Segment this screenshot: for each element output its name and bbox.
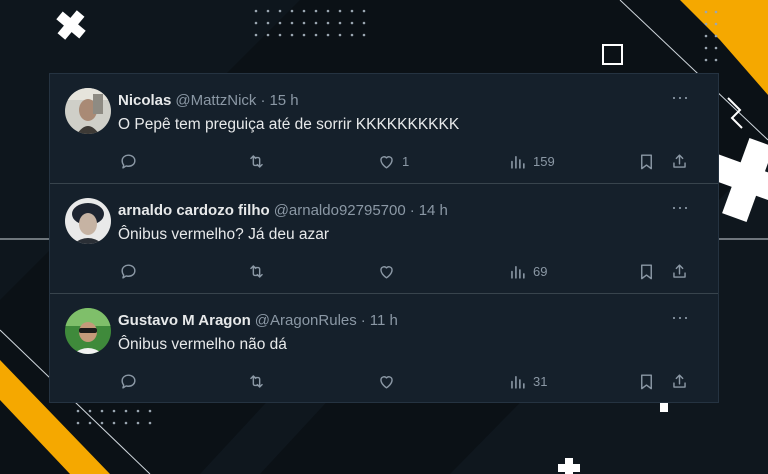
share-button[interactable] — [670, 370, 689, 392]
reply-button[interactable] — [119, 370, 138, 392]
tweet-header: Gustavo M Aragon @AragonRules · 11 h — [118, 311, 398, 331]
views-button[interactable]: 159 — [508, 150, 555, 172]
bookmark-button[interactable] — [637, 370, 656, 392]
replies-card: Nicolas @MattzNick · 15 h ··· O Pepê tem pr… — [49, 73, 719, 403]
view-count: 69 — [533, 263, 548, 279]
timestamp[interactable]: 14 h — [419, 202, 448, 219]
reply-button[interactable] — [119, 260, 138, 282]
view-count: 31 — [533, 373, 548, 389]
reply-button[interactable] — [119, 150, 138, 172]
bookmark-button[interactable] — [637, 150, 656, 172]
timestamp[interactable]: 15 h — [269, 92, 298, 109]
views-button[interactable]: 69 — [508, 260, 547, 282]
bookmark-icon — [641, 373, 652, 389]
tweet-actions: 1 159 — [50, 150, 718, 172]
author-handle[interactable]: @AragonRules — [255, 312, 357, 329]
share-button[interactable] — [670, 150, 689, 172]
more-options-icon[interactable]: ··· — [670, 308, 690, 330]
retweet-button[interactable] — [247, 150, 266, 172]
timestamp[interactable]: 11 h — [370, 312, 398, 329]
views-icon — [511, 265, 525, 279]
share-icon — [673, 263, 686, 278]
separator: · — [360, 312, 366, 329]
reply-icon — [121, 373, 136, 389]
avatar[interactable] — [65, 88, 111, 134]
like-button[interactable] — [377, 260, 402, 282]
tweet-item[interactable]: Nicolas @MattzNick · 15 h ··· O Pepê tem pr… — [50, 74, 718, 184]
share-button[interactable] — [670, 260, 689, 282]
like-button[interactable]: 1 — [377, 150, 409, 172]
view-count: 159 — [533, 153, 555, 169]
avatar[interactable] — [65, 198, 111, 244]
bookmark-icon — [641, 263, 652, 279]
views-icon — [511, 155, 525, 169]
more-options-icon[interactable]: ··· — [670, 88, 690, 110]
reply-icon — [121, 153, 136, 169]
separator: · — [260, 92, 266, 109]
separator: · — [409, 202, 415, 219]
like-count: 1 — [402, 153, 410, 169]
tweet-text: O Pepê tem preguiça até de sorrir KKKKKK… — [118, 116, 460, 133]
views-button[interactable]: 31 — [508, 370, 547, 392]
views-icon — [511, 375, 525, 389]
author-handle[interactable]: @arnaldo92795700 — [274, 202, 406, 219]
retweet-icon — [250, 154, 263, 168]
retweet-icon — [250, 264, 263, 278]
heart-icon — [380, 265, 393, 279]
like-button[interactable] — [377, 370, 402, 392]
share-icon — [673, 373, 686, 388]
retweet-icon — [250, 374, 263, 388]
bookmark-button[interactable] — [637, 260, 656, 282]
tweet-item[interactable]: arnaldo cardozo filho @arnaldo92795700 · 14… — [50, 184, 718, 294]
tweet-actions: 69 — [50, 260, 718, 282]
author-name[interactable]: Nicolas — [118, 92, 171, 109]
reply-icon — [121, 263, 136, 279]
heart-icon — [380, 155, 393, 169]
author-handle[interactable]: @MattzNick — [175, 92, 256, 109]
tweet-text: Ônibus vermelho? Já deu azar — [118, 226, 330, 243]
author-name[interactable]: Gustavo M Aragon — [118, 312, 251, 329]
bookmark-icon — [641, 153, 652, 169]
avatar[interactable] — [65, 308, 111, 354]
share-icon — [673, 153, 686, 168]
retweet-button[interactable] — [247, 370, 266, 392]
tweet-header: Nicolas @MattzNick · 15 h — [118, 91, 299, 111]
tweet-header: arnaldo cardozo filho @arnaldo92795700 · 14… — [118, 201, 448, 221]
tweet-actions: 31 — [50, 370, 718, 392]
retweet-button[interactable] — [247, 260, 266, 282]
author-name[interactable]: arnaldo cardozo filho — [118, 202, 270, 219]
heart-icon — [380, 375, 393, 389]
tweet-item[interactable]: Gustavo M Aragon @AragonRules · 11 h ··· Ôn… — [50, 294, 718, 404]
more-options-icon[interactable]: ··· — [670, 198, 690, 220]
tweet-text: Ônibus vermelho não dá — [118, 336, 287, 353]
